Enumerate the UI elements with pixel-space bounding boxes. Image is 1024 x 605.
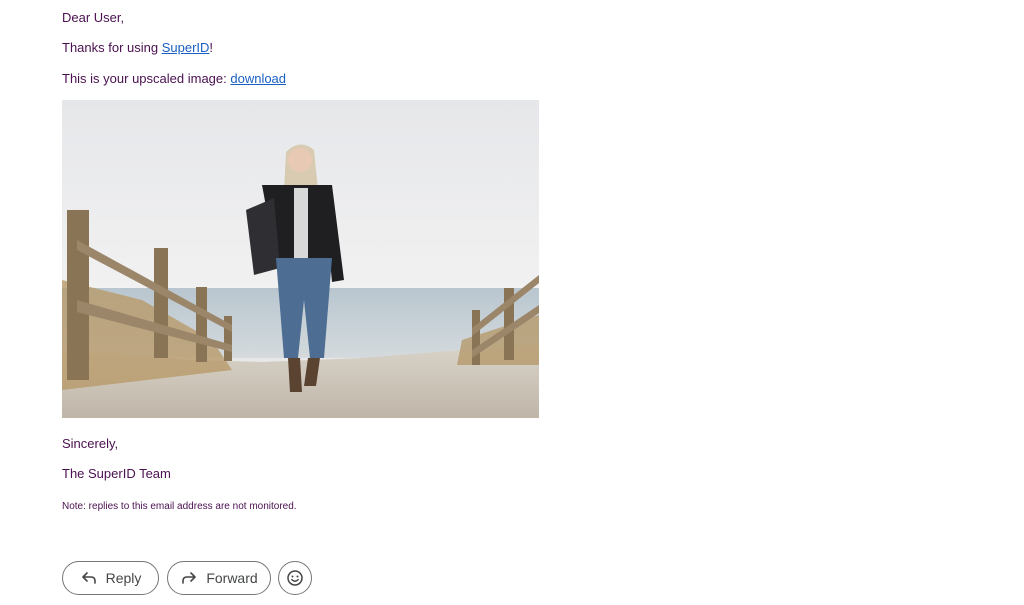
closing-text: Sincerely, <box>62 436 119 451</box>
reply-button[interactable]: Reply <box>62 561 159 595</box>
forward-arrow-icon <box>180 569 198 587</box>
emoji-reaction-button[interactable] <box>278 561 312 595</box>
signature-text: The SuperID Team <box>62 466 171 481</box>
download-link[interactable]: download <box>230 71 286 86</box>
note-text: Note: replies to this email address are … <box>62 501 297 512</box>
superid-link[interactable]: SuperID <box>162 40 210 55</box>
thanks-suffix: ! <box>209 40 214 55</box>
upscaled-image <box>62 100 539 418</box>
upscaled-line: This is your upscaled image: download <box>62 71 286 87</box>
thanks-line: Thanks for using SuperID! <box>62 40 213 56</box>
reply-arrow-icon <box>80 569 98 587</box>
greeting-text: Dear User, <box>62 10 125 25</box>
upscaled-prefix: This is your upscaled image: <box>62 71 231 86</box>
forward-button[interactable]: Forward <box>167 561 271 595</box>
smiley-face-icon <box>286 569 304 587</box>
forward-label: Forward <box>206 570 258 586</box>
thanks-prefix: Thanks for using <box>62 40 162 55</box>
reply-label: Reply <box>105 570 142 586</box>
